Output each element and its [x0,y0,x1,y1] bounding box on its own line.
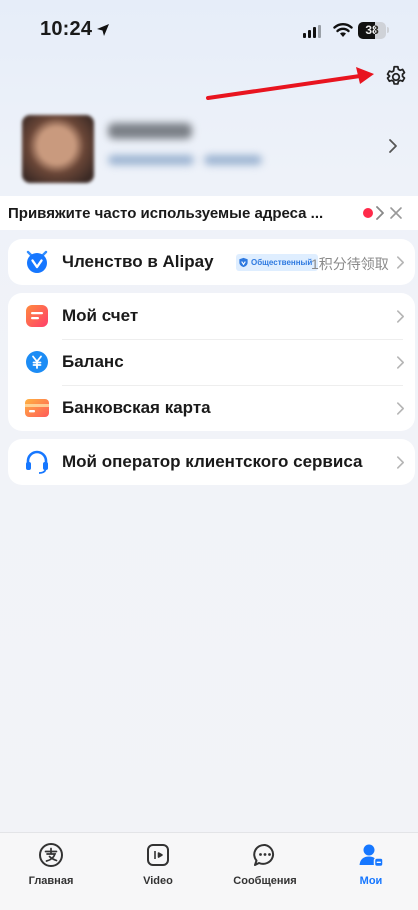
account-menu-card: Мой счет Баланс Банковская карта [8,293,415,431]
profile-name-blurred [108,123,192,139]
address-notice-bar[interactable]: Привяжите часто используемые адреса ... [0,196,418,230]
membership-label: Членство в Alipay [62,252,214,271]
status-bar: 10:24 38 [0,0,418,58]
chevron-right-icon [396,456,405,469]
menu-item-label: Банковская карта [62,398,211,417]
tab-label: Сообщения [233,875,297,887]
notice-text: Привяжите часто используемые адреса ... [8,205,324,222]
tab-video[interactable]: Video [113,841,203,887]
support-label: Мой оператор клиентского сервиса [62,452,363,471]
tab-messages[interactable]: Сообщения [220,841,310,887]
membership-badge-text: Общественный [251,258,313,267]
chevron-right-icon [396,356,405,369]
bottom-tab-bar: Главная Video Сообщения Мои [0,832,418,910]
notification-dot [363,208,373,218]
chevron-right-icon[interactable] [375,205,385,221]
bank-card-icon [24,395,50,421]
annotation-arrow-icon [206,67,374,100]
wifi-icon [333,23,353,37]
customer-service-card[interactable]: Мой оператор клиентского сервиса [8,439,415,485]
chevron-right-icon [396,310,405,323]
profile-account-blurred [108,155,194,165]
chat-icon [251,841,279,869]
chevron-right-icon [396,402,405,415]
profile-header[interactable] [0,108,418,188]
chevron-right-icon [389,139,397,153]
menu-item-label: Мой счет [62,306,139,325]
tab-profile[interactable]: Мои [326,841,416,887]
tab-home[interactable]: Главная [6,841,96,887]
video-icon [144,841,172,869]
menu-item-label: Баланс [62,352,124,371]
menu-item-bank-card[interactable]: Банковская карта [8,385,415,431]
cellular-signal-icon [303,25,321,38]
menu-item-account[interactable]: Мой счет [8,293,415,339]
avatar[interactable] [22,115,94,183]
tab-label: Video [143,875,173,887]
menu-item-balance[interactable]: Баланс [8,339,415,385]
membership-card[interactable]: Членство в Alipay Общественный 1积分待领取 [8,239,415,285]
settings-button[interactable] [382,63,410,91]
yuan-icon [24,349,50,375]
tab-label: Главная [28,875,74,887]
profile-extra-blurred [204,155,262,165]
points-pending-text: 1积分待领取 [311,256,389,272]
chevron-right-icon [396,256,405,269]
status-time: 10:24 [40,18,93,40]
battery-level: 38 [365,23,379,37]
gear-icon [386,65,406,85]
membership-badge: Общественный [236,254,319,271]
alipay-icon [37,841,65,869]
document-icon [24,303,50,329]
membership-icon [24,249,50,275]
headset-icon [24,449,50,475]
location-arrow-icon [97,24,109,36]
user-icon [357,841,385,869]
shield-icon [239,257,248,268]
tab-label: Мои [359,875,383,887]
close-icon[interactable] [389,205,403,221]
battery-icon: 38 [358,22,386,39]
